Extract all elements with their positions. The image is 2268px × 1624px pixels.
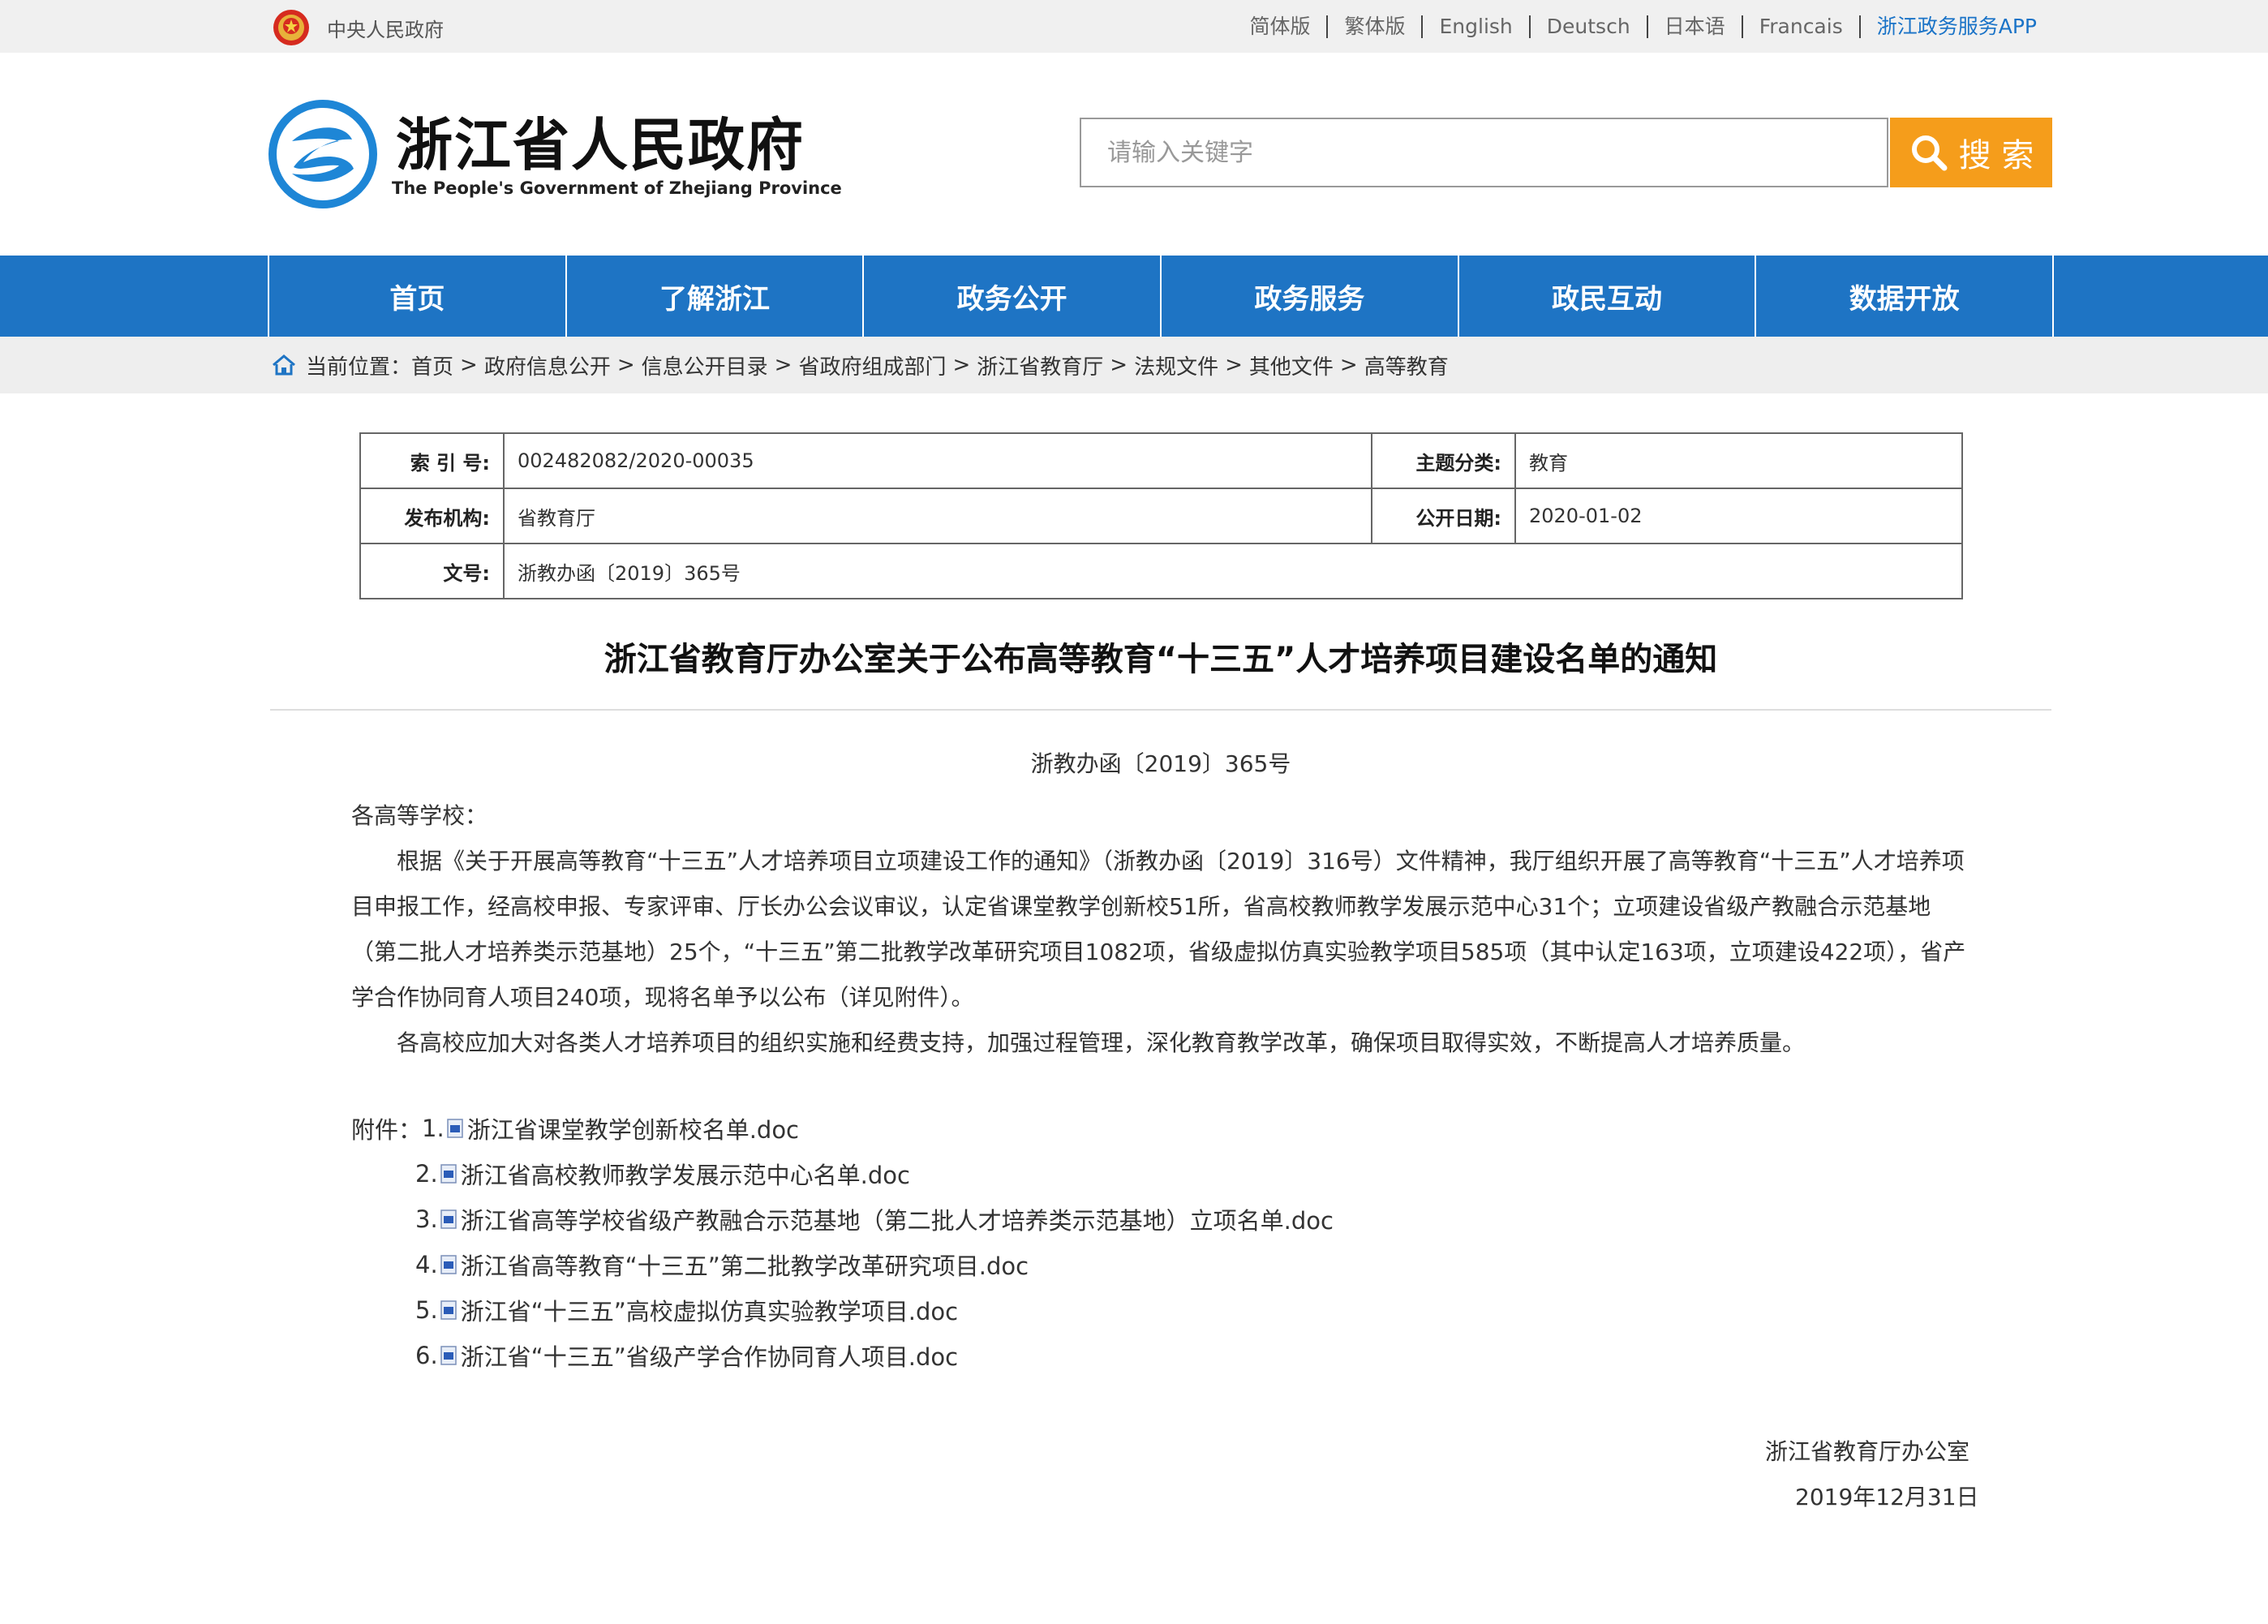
breadcrumb-separator: >	[1110, 353, 1128, 377]
attachment-item: 5. 浙江省“十三五”高校虚拟仿真实验教学项目.doc	[415, 1293, 958, 1327]
paragraph-2: 各高校应加大对各类人才培养项目的组织实施和经费支持，加强过程管理，深化教育教学改…	[397, 1029, 1806, 1056]
doc-file-icon	[440, 1300, 457, 1320]
attachment-number: 1.	[422, 1115, 445, 1142]
page: 中央人民政府 简体版 繁体版 English Deutsch 日本语 Franc…	[0, 0, 2268, 1624]
zhejiang-logo-icon[interactable]	[268, 99, 378, 209]
lang-francais[interactable]: Francais	[1741, 15, 1859, 38]
attachment-link[interactable]: 浙江省“十三五”省级产学合作协同育人项目.doc	[461, 1338, 958, 1373]
breadcrumb-item[interactable]: 信息公开目录	[642, 350, 768, 380]
nav-item-home[interactable]: 首页	[269, 256, 567, 337]
breadcrumb-separator: >	[460, 353, 478, 377]
topic-value: 教育	[1514, 432, 1963, 489]
attachment-number: 4.	[415, 1251, 438, 1278]
article-title: 浙江省教育厅办公室关于公布高等教育“十三五”人才培养项目建设名单的通知	[604, 641, 1718, 678]
breadcrumb-separator: >	[774, 353, 793, 377]
home-icon	[273, 354, 295, 376]
article-doc-number: 浙教办函〔2019〕365号	[1030, 750, 1291, 777]
attachment-number: 5.	[415, 1296, 438, 1324]
lang-english[interactable]: English	[1421, 15, 1528, 38]
gov-service-app-link[interactable]: 浙江政务服务APP	[1858, 15, 2053, 38]
nav-item-open-government[interactable]: 政务公开	[864, 256, 1162, 337]
search-button-label: 搜 索	[1958, 137, 2034, 174]
issuer-value: 省教育厅	[503, 488, 1372, 544]
attachment-number: 3.	[415, 1205, 438, 1233]
nav-item-open-data[interactable]: 数据开放	[1756, 256, 2055, 337]
search-icon	[1911, 135, 1948, 171]
breadcrumb-item[interactable]: 浙江省教育厅	[977, 350, 1103, 380]
topic-label: 主题分类:	[1371, 432, 1516, 489]
attachment-link[interactable]: 浙江省高校教师教学发展示范中心名单.doc	[461, 1157, 910, 1191]
meta-row: 文号: 浙教办函〔2019〕365号	[359, 543, 1963, 599]
doc-file-icon	[446, 1119, 463, 1138]
doc-file-icon	[440, 1164, 457, 1184]
paragraph-1: 根据《关于开展高等教育“十三五”人才培养项目立项建设工作的通知》（浙教办函〔20…	[351, 848, 1966, 1011]
issuer-label: 发布机构:	[359, 488, 505, 544]
attachment-item: 3. 浙江省高等学校省级产教融合示范基地（第二批人才培养类示范基地）立项名单.d…	[415, 1202, 1334, 1236]
search-box	[1080, 118, 1888, 187]
language-switcher: 简体版 繁体版 English Deutsch 日本语 Francais 浙江政…	[1233, 0, 2053, 53]
index-value: 002482082/2020-00035	[503, 432, 1372, 489]
docno-label: 文号:	[359, 543, 505, 599]
site-title-en: The People's Government of Zhejiang Prov…	[392, 178, 842, 198]
breadcrumb-separator: >	[1225, 353, 1243, 377]
breadcrumb-item[interactable]: 其他文件	[1249, 350, 1334, 380]
breadcrumb-item[interactable]: 首页	[411, 350, 453, 380]
breadcrumb-separator: >	[616, 353, 635, 377]
attachment-item: 6. 浙江省“十三五”省级产学合作协同育人项目.doc	[415, 1338, 958, 1373]
lang-deutsch[interactable]: Deutsch	[1528, 15, 1647, 38]
top-bar: 中央人民政府 简体版 繁体版 English Deutsch 日本语 Franc…	[0, 0, 2268, 53]
attachment-number: 2.	[415, 1160, 438, 1188]
salutation: 各高等学校：	[351, 802, 488, 829]
search-button[interactable]: 搜 索	[1890, 118, 2052, 187]
breadcrumb-item[interactable]: 政府信息公开	[484, 350, 611, 380]
meta-row: 发布机构: 省教育厅 公开日期: 2020-01-02	[359, 488, 1963, 544]
doc-file-icon	[440, 1346, 457, 1365]
site-header: 浙江省人民政府 The People's Government of Zheji…	[0, 53, 2268, 256]
date-value: 2020-01-02	[1514, 488, 1963, 544]
attachment-link[interactable]: 浙江省高等教育“十三五”第二批教学改革研究项目.doc	[461, 1248, 1029, 1282]
index-label: 索 引 号:	[359, 432, 505, 489]
lang-japanese[interactable]: 日本语	[1646, 15, 1742, 38]
doc-file-icon	[440, 1209, 457, 1229]
attachment-link[interactable]: 浙江省高等学校省级产教融合示范基地（第二批人才培养类示范基地）立项名单.doc	[461, 1202, 1334, 1236]
breadcrumb-separator: >	[1339, 353, 1358, 377]
attachments-label: 附件：	[351, 1116, 423, 1144]
breadcrumb-item-current[interactable]: 高等教育	[1364, 350, 1449, 380]
attachment-item: 附件： 1. 浙江省课堂教学创新校名单.doc	[351, 1111, 799, 1145]
attachment-item: 4. 浙江省高等教育“十三五”第二批教学改革研究项目.doc	[415, 1248, 1029, 1282]
national-emblem-icon	[273, 10, 309, 45]
breadcrumb-separator: >	[952, 353, 971, 377]
breadcrumb-prefix: 当前位置：	[306, 354, 412, 380]
nav-item-interaction[interactable]: 政民互动	[1459, 256, 1757, 337]
central-gov-label: 中央人民政府	[327, 18, 444, 41]
breadcrumb-bar: 当前位置： 首页 > 政府信息公开 > 信息公开目录 > 省政府组成部门 > 浙…	[0, 337, 2268, 393]
doc-file-icon	[440, 1255, 457, 1274]
lang-traditional[interactable]: 繁体版	[1326, 15, 1421, 38]
docno-value: 浙教办函〔2019〕365号	[503, 543, 1963, 599]
signature-date: 2019年12月31日	[1795, 1484, 1979, 1510]
central-gov-link[interactable]: 中央人民政府	[272, 8, 444, 47]
document-meta-table: 索 引 号: 002482082/2020-00035 主题分类: 教育 发布机…	[359, 432, 1963, 599]
nav-item-about-zhejiang[interactable]: 了解浙江	[567, 256, 865, 337]
attachment-number: 6.	[415, 1342, 438, 1369]
date-label: 公开日期:	[1371, 488, 1516, 544]
lang-simplified[interactable]: 简体版	[1233, 15, 1326, 38]
breadcrumb: 当前位置： 首页 > 政府信息公开 > 信息公开目录 > 省政府组成部门 > 浙…	[272, 337, 1449, 393]
title-divider	[270, 709, 2051, 711]
signature-org: 浙江省教育厅办公室	[1765, 1438, 1970, 1465]
breadcrumb-item[interactable]: 省政府组成部门	[798, 350, 946, 380]
site-title-cn: 浙江省人民政府	[396, 111, 805, 178]
main-nav: 首页 了解浙江 政务公开 政务服务 政民互动 数据开放	[0, 256, 2268, 337]
attachment-link[interactable]: 浙江省课堂教学创新校名单.doc	[467, 1111, 799, 1145]
search-input[interactable]	[1081, 119, 1887, 186]
breadcrumb-item[interactable]: 法规文件	[1134, 350, 1218, 380]
nav-item-gov-services[interactable]: 政务服务	[1162, 256, 1459, 337]
attachment-item: 2. 浙江省高校教师教学发展示范中心名单.doc	[415, 1157, 910, 1191]
meta-row: 索 引 号: 002482082/2020-00035 主题分类: 教育	[359, 432, 1963, 489]
attachment-link[interactable]: 浙江省“十三五”高校虚拟仿真实验教学项目.doc	[461, 1293, 958, 1327]
